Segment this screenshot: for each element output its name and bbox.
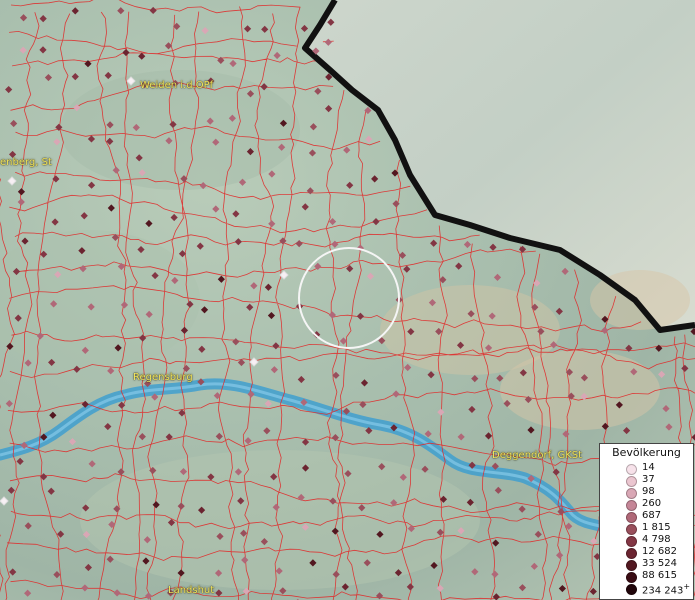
legend-label: 12 682: [642, 546, 677, 557]
map-canvas[interactable]: Weiden i.d.OPf enberg, St Regensburg Deg…: [0, 0, 695, 600]
legend-item: 234 243+: [600, 582, 693, 597]
legend-swatch: [626, 572, 637, 583]
city-label-weiden[interactable]: Weiden i.d.OPf: [140, 80, 213, 91]
legend-swatch: [626, 584, 637, 595]
legend-swatch: [626, 500, 637, 511]
legend-label: 37: [642, 474, 655, 485]
legend-swatch: [626, 548, 637, 559]
legend-label: 260: [642, 498, 662, 509]
legend-label: 687: [642, 510, 662, 521]
legend-label: 14: [642, 462, 655, 473]
city-label-enberg[interactable]: enberg, St: [0, 157, 52, 168]
legend-swatch: [626, 560, 637, 571]
legend-swatch: [626, 524, 637, 535]
legend-label: 234 243+: [642, 582, 691, 597]
legend-swatch: [626, 536, 637, 547]
legend-title: Bevölkerung: [612, 446, 681, 459]
legend-swatch: [626, 488, 637, 499]
legend-label: 1 815: [642, 522, 671, 533]
legend-label: 98: [642, 486, 655, 497]
city-label-landshut[interactable]: Landshut: [168, 585, 214, 596]
city-label-deggendorf[interactable]: Deggendorf, GKSt: [492, 450, 582, 461]
legend-plus-sign: +: [683, 582, 691, 591]
legend-label: 33 524: [642, 558, 677, 569]
legend-swatch: [626, 464, 637, 475]
city-label-regensburg[interactable]: Regensburg: [133, 372, 193, 383]
legend-label: 88 615: [642, 570, 677, 581]
legend-swatch: [626, 512, 637, 523]
legend-swatch: [626, 476, 637, 487]
selection-circle: [298, 247, 400, 349]
population-legend: Bevölkerung 14 37 98 260 687 1 815 4 798 12 682…: [599, 443, 694, 600]
legend-label: 4 798: [642, 534, 671, 545]
